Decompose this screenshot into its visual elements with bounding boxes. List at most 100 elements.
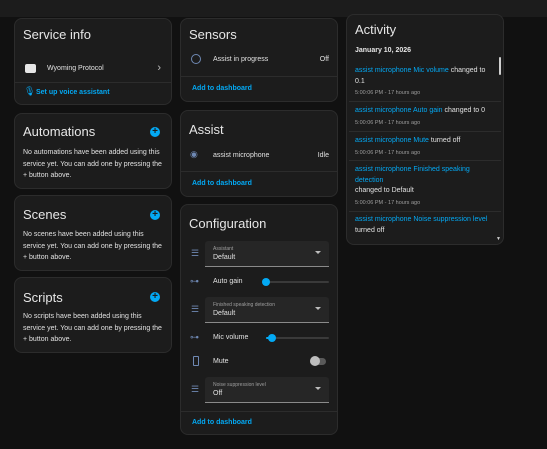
- dropdown-caret-icon: [315, 387, 321, 390]
- slider-icon: ⊶: [190, 332, 199, 342]
- activity-action: changed to Default: [355, 187, 414, 194]
- account-voice-icon: ◉: [190, 149, 198, 159]
- activity-divider: [349, 160, 501, 161]
- wyoming-logo-icon: [25, 64, 36, 73]
- mic-volume-slider-thumb[interactable]: [268, 334, 277, 342]
- sensor-label: Assist in progress: [213, 56, 269, 63]
- activity-action: turned off: [355, 226, 385, 234]
- service-info-title: Service info: [23, 27, 91, 42]
- list-icon: ☰: [191, 304, 200, 314]
- noise-select-row: ☰ Noise suppression level Off: [181, 376, 337, 404]
- activity-divider: [349, 211, 501, 212]
- assist-entity-state: Idle: [317, 152, 329, 159]
- activity-time: 5:00:06 PM - 17 hours ago: [355, 199, 421, 206]
- activity-date: January 10, 2026: [355, 47, 412, 54]
- activity-title: Activity: [355, 22, 397, 37]
- activity-entry: assist microphone Mic volume changed to …: [355, 66, 495, 99]
- assistant-select[interactable]: Assistant Default: [205, 241, 329, 267]
- scripts-card: Scripts + No scripts have been added usi…: [14, 277, 172, 353]
- mic-volume-slider[interactable]: [266, 334, 329, 342]
- list-icon: ☰: [191, 384, 200, 394]
- setup-voice-assistant-label: Set up voice assistant: [36, 89, 110, 96]
- sensors-add-to-dashboard[interactable]: Add to dashboard: [192, 85, 252, 92]
- noise-suppression-select[interactable]: Noise suppression level Off: [205, 377, 329, 403]
- integration-row[interactable]: Wyoming Protocol ›: [15, 61, 171, 77]
- activity-time: 5:00:06 PM - 17 hours ago: [355, 90, 421, 96]
- dropdown-caret-icon: [315, 307, 321, 310]
- chevron-right-icon: ›: [157, 62, 161, 74]
- configuration-add-to-dashboard[interactable]: Add to dashboard: [192, 419, 252, 426]
- sensors-title: Sensors: [189, 27, 237, 42]
- list-icon: ☰: [191, 248, 200, 258]
- service-info-card: Service info Wyoming Protocol › 🎙 Set up…: [14, 18, 172, 105]
- cellphone-icon: [193, 356, 199, 366]
- assist-divider: [181, 171, 337, 172]
- auto-gain-label: Auto gain: [213, 278, 243, 285]
- activity-entry: assist microphone Auto gain changed to 0…: [355, 106, 495, 128]
- mute-toggle[interactable]: [310, 356, 326, 366]
- assist-card: Assist ◉ assist microphone Idle Add to d…: [180, 110, 338, 197]
- add-automation-button[interactable]: +: [150, 127, 160, 137]
- sensors-card: Sensors Assist in progress Off Add to da…: [180, 18, 338, 102]
- service-info-divider: [15, 82, 171, 83]
- activity-entity-link[interactable]: assist microphone Mic volume: [355, 67, 449, 74]
- finished-speaking-select[interactable]: Finished speaking detection Default: [205, 297, 329, 323]
- setup-voice-assistant-link[interactable]: 🎙 Set up voice assistant: [23, 86, 163, 100]
- activity-entry: assist microphone Noise suppression leve…: [355, 215, 495, 236]
- activity-card: Activity January 10, 2026 assist microph…: [346, 14, 504, 245]
- circle-outline-icon: [191, 54, 201, 64]
- configuration-title: Configuration: [189, 216, 267, 231]
- assist-add-to-dashboard[interactable]: Add to dashboard: [192, 180, 252, 187]
- scenes-card: Scenes + No scenes have been added using…: [14, 195, 172, 271]
- add-script-button[interactable]: +: [150, 292, 160, 302]
- scripts-title: Scripts: [23, 290, 63, 305]
- activity-entity-link[interactable]: assist microphone Noise suppression leve…: [355, 216, 487, 223]
- activity-entity-link[interactable]: assist microphone Mute: [355, 137, 429, 144]
- activity-scrollbar[interactable]: [499, 57, 501, 75]
- add-scene-button[interactable]: +: [150, 210, 160, 220]
- finished-select-value: Default: [213, 310, 236, 317]
- assist-title: Assist: [189, 122, 224, 137]
- mute-row: Mute: [181, 355, 337, 369]
- slider-icon: ⊶: [190, 276, 199, 286]
- auto-gain-slider[interactable]: [262, 278, 329, 286]
- configuration-card: Configuration ☰ Assistant Default ⊶ Auto…: [180, 204, 338, 435]
- dropdown-caret-icon: [315, 251, 321, 254]
- integration-name: Wyoming Protocol: [47, 65, 104, 72]
- scenes-title: Scenes: [23, 207, 67, 222]
- mic-volume-row: ⊶ Mic volume: [181, 331, 337, 345]
- scenes-empty-text: No scenes have been added using this ser…: [23, 231, 162, 261]
- auto-gain-row: ⊶ Auto gain: [181, 275, 337, 289]
- noise-select-value: Off: [213, 390, 223, 397]
- activity-entry: assist microphone Finished speaking dete…: [355, 165, 495, 208]
- activity-action: turned off: [430, 137, 461, 144]
- finished-select-row: ☰ Finished speaking detection Default: [181, 296, 337, 324]
- sensors-divider: [181, 76, 337, 77]
- assistant-select-row: ☰ Assistant Default: [181, 240, 337, 268]
- sensor-state: Off: [319, 56, 329, 63]
- automations-title: Automations: [23, 124, 96, 139]
- finished-select-label: Finished speaking detection: [213, 302, 275, 308]
- assistant-select-label: Assistant: [213, 246, 234, 252]
- mic-volume-label: Mic volume: [213, 334, 249, 341]
- activity-time: 5:00:06 PM - 17 hours ago: [355, 119, 421, 126]
- scripts-empty-text: No scripts have been added using this se…: [23, 313, 162, 343]
- configuration-divider: [181, 411, 337, 412]
- activity-divider: [349, 131, 501, 132]
- scroll-down-arrow-icon[interactable]: ▼: [496, 236, 501, 242]
- microphone-icon: 🎙: [24, 86, 36, 96]
- auto-gain-slider-thumb[interactable]: [262, 278, 270, 286]
- activity-divider: [349, 101, 501, 102]
- assistant-select-value: Default: [213, 254, 236, 261]
- activity-time: 5:00:06 PM - 17 hours ago: [355, 149, 421, 156]
- activity-action: changed to 0: [444, 107, 485, 114]
- activity-entity-link[interactable]: assist microphone Auto gain: [355, 107, 443, 114]
- automations-empty-text: No automations have been added using thi…: [23, 149, 162, 179]
- mute-label: Mute: [213, 358, 229, 365]
- assist-entity-label: assist microphone: [213, 152, 270, 159]
- sensor-row-assist-in-progress[interactable]: Assist in progress Off: [181, 52, 337, 68]
- activity-entity-link[interactable]: assist microphone Finished speaking dete…: [355, 166, 470, 184]
- assist-row-microphone[interactable]: ◉ assist microphone Idle: [181, 148, 337, 164]
- automations-card: Automations + No automations have been a…: [14, 113, 172, 189]
- activity-entry: assist microphone Mute turned off 5:00:0…: [355, 136, 495, 158]
